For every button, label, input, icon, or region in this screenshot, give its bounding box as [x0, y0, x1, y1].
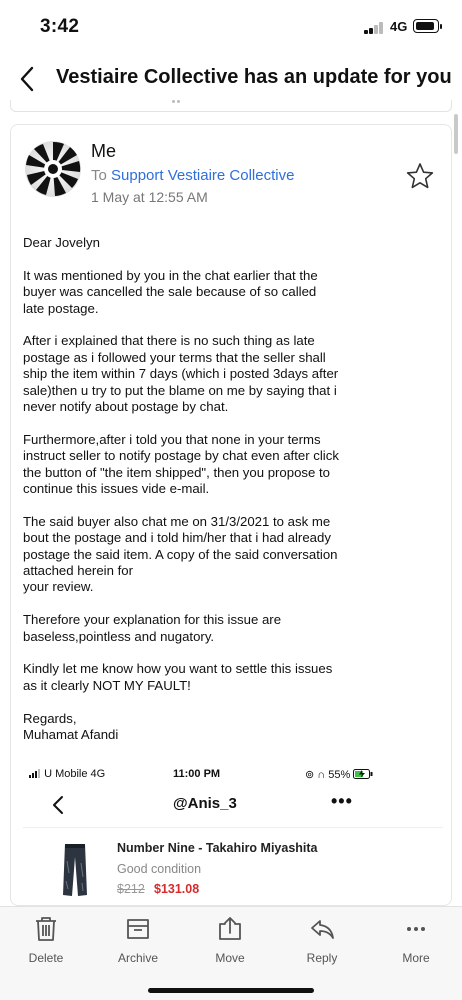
- more-label: More: [402, 951, 430, 965]
- embedded-screenshot[interactable]: U Mobile 4G 11:00 PM ⊚ ∩ 55% @Anis_3 •••: [23, 765, 443, 905]
- embedded-chat-header: @Anis_3 •••: [23, 791, 443, 821]
- archive-label: Archive: [117, 951, 158, 965]
- status-bar: 3:42 4G: [0, 0, 462, 56]
- more-button[interactable]: More: [376, 915, 456, 967]
- embedded-battery: ⊚ ∩ 55%: [305, 768, 373, 781]
- embedded-battery-text: 55%: [328, 769, 351, 781]
- jeans-product-image: [63, 844, 87, 896]
- more-icon: [407, 927, 425, 931]
- network-type: 4G: [390, 19, 408, 34]
- collapsed-dots-icon: [172, 100, 184, 104]
- sale-price: $131.08: [154, 882, 200, 896]
- delete-button[interactable]: Delete: [6, 915, 86, 967]
- chevron-left-icon: [20, 66, 34, 92]
- embedded-carrier-text: U Mobile 4G: [44, 768, 106, 780]
- bottom-toolbar: Delete Archive Move Reply More: [0, 906, 462, 1000]
- reply-label: Reply: [306, 951, 338, 965]
- email-message: Me To Support Vestiaire Collective 1 May…: [10, 124, 452, 906]
- move-icon: [219, 917, 241, 940]
- product-condition: Good condition: [117, 862, 202, 876]
- to-label: To: [91, 167, 107, 184]
- status-time: 3:42: [40, 16, 80, 37]
- star-button[interactable]: [405, 161, 435, 191]
- embedded-carrier: U Mobile 4G: [29, 768, 105, 780]
- body-paragraph: The said buyer also chat me on 31/3/2021…: [23, 513, 338, 595]
- embedded-divider: [23, 827, 443, 828]
- body-paragraph: Furthermore,after i told you that none i…: [23, 431, 339, 497]
- embedded-more-icon: •••: [331, 791, 353, 811]
- battery-charging-icon: [353, 769, 373, 779]
- archive-button[interactable]: Archive: [98, 915, 178, 967]
- body-paragraph: Therefore your explanation for this issu…: [23, 612, 282, 644]
- alarm-icon: ⊚ ∩: [305, 769, 326, 781]
- email-date: 1 May at 12:55 AM: [91, 189, 208, 205]
- signal-icon: [364, 22, 386, 34]
- avatar[interactable]: [25, 141, 81, 197]
- embedded-chat-title: @Anis_3: [173, 795, 237, 812]
- archive-icon: [127, 919, 149, 939]
- body-paragraph: Kindly let me know how you want to settl…: [23, 661, 333, 693]
- body-paragraph: It was mentioned by you in the chat earl…: [23, 267, 318, 316]
- signal-icon: [29, 769, 40, 778]
- battery-icon: [413, 19, 439, 33]
- back-button[interactable]: [14, 64, 42, 94]
- sender-name[interactable]: Me: [91, 141, 116, 162]
- home-indicator[interactable]: [148, 988, 314, 993]
- battery-cap: [440, 24, 442, 29]
- page-title: Vestiaire Collective has an update for y…: [56, 66, 452, 88]
- original-price: $212: [117, 882, 145, 896]
- star-icon: [406, 163, 434, 189]
- previous-message-edge[interactable]: [10, 100, 452, 112]
- chevron-left-icon: [53, 796, 63, 814]
- reply-button[interactable]: Reply: [282, 915, 362, 967]
- signature: Regards, Muhamat Afandi: [23, 710, 119, 743]
- body-paragraph: Dear Jovelyn: [23, 235, 100, 250]
- recipient-line: To Support Vestiaire Collective: [91, 167, 294, 184]
- move-button[interactable]: Move: [190, 915, 270, 967]
- body-paragraph: After i explained that there is no such …: [23, 333, 339, 415]
- reply-icon: [311, 920, 334, 939]
- product-name: Number Nine - Takahiro Miyashita: [117, 841, 318, 855]
- embedded-status-bar: U Mobile 4G 11:00 PM ⊚ ∩ 55%: [23, 765, 443, 785]
- trash-icon: [36, 917, 56, 941]
- avatar-spiral-icon: [25, 141, 81, 197]
- email-body: Dear Jovelyn It was mentioned by you in …: [23, 235, 441, 743]
- scrollbar[interactable]: [454, 114, 458, 154]
- move-label: Move: [215, 951, 245, 965]
- nav-header: Vestiaire Collective has an update for y…: [0, 56, 462, 104]
- embedded-time: 11:00 PM: [173, 768, 221, 780]
- recipient-link[interactable]: Support Vestiaire Collective: [111, 167, 294, 184]
- delete-label: Delete: [28, 951, 64, 965]
